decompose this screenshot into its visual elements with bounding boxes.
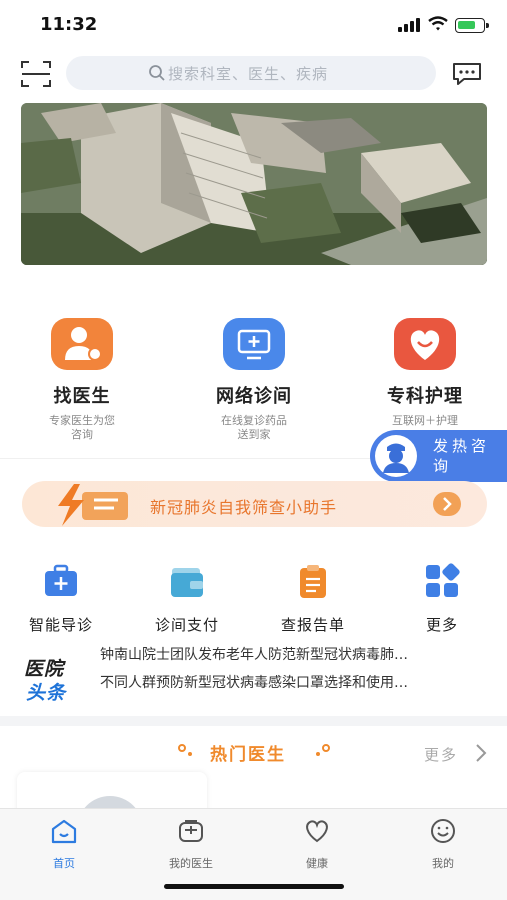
- search-icon: [149, 65, 165, 81]
- doctor-bag-icon: [179, 820, 203, 842]
- covid-self-check-label: 新冠肺炎自我筛查小助手: [150, 498, 338, 517]
- divider: [0, 458, 370, 459]
- decor-dot: [178, 744, 186, 752]
- status-time: 11:32: [40, 14, 98, 35]
- wallet-icon: [171, 568, 203, 597]
- hot-doctors-header: 热门医生 更多: [0, 728, 507, 778]
- fever-consult-button[interactable]: 发热咨询: [370, 430, 507, 482]
- decor-dot: [316, 752, 320, 756]
- quick-label: 查报告单: [280, 616, 345, 634]
- hospital-headlines: 医院 头条 钟南山院士团队发布老年人防范新型冠状病毒肺… 不同人群预防新型冠状病…: [0, 642, 507, 712]
- home-icon: [51, 819, 77, 844]
- headlines-logo-line2: 头条: [26, 682, 67, 704]
- medical-kit-icon: [45, 564, 77, 596]
- service-title: 网络诊间: [216, 386, 292, 407]
- grid-icon: [426, 563, 460, 597]
- app-home-screen: 11:32 搜索科室、医生、疾病 找医生 专家医生为您 咨询 网络诊间 在线复诊…: [0, 0, 507, 900]
- decor-dot: [188, 752, 192, 756]
- search-placeholder: 搜索科室、医生、疾病: [168, 65, 329, 83]
- headlines-logo-line1: 医院: [24, 658, 65, 680]
- service-subtitle: 专家医生为您 咨询: [49, 414, 115, 441]
- decor-dot: [322, 744, 330, 752]
- home-indicator: [164, 884, 344, 889]
- lightning-icon: [58, 484, 128, 526]
- service-subtitle: 互联网＋护理: [392, 414, 458, 427]
- headlines-logo: 医院 头条: [24, 654, 84, 704]
- fever-consult-label: 发热咨询: [433, 437, 491, 475]
- tab-label: 我的: [432, 857, 454, 870]
- headline-item[interactable]: 钟南山院士团队发布老年人防范新型冠状病毒肺…: [100, 644, 494, 664]
- battery-icon: [455, 18, 489, 33]
- nurse-avatar-icon: [375, 435, 417, 477]
- hospital-banner[interactable]: [21, 103, 487, 265]
- wifi-icon: [428, 16, 448, 31]
- message-icon[interactable]: [452, 62, 482, 86]
- tab-label: 健康: [306, 857, 328, 870]
- monitor-plus-icon: [223, 318, 285, 370]
- hospital-banner-image: [21, 103, 487, 265]
- service-subtitle: 在线复诊药品 送到家: [221, 414, 287, 441]
- arrow-right-icon: [433, 492, 461, 516]
- quick-label: 诊间支付: [154, 616, 219, 634]
- search-bar[interactable]: 搜索科室、医生、疾病: [66, 56, 436, 90]
- service-title: 找医生: [53, 386, 111, 407]
- chevron-right-icon[interactable]: [474, 742, 488, 764]
- hot-doctors-title: 热门医生: [210, 745, 286, 765]
- heart-outline-icon: [306, 820, 328, 843]
- covid-self-check-banner[interactable]: 新冠肺炎自我筛查小助手: [22, 481, 487, 527]
- quick-label: 更多: [425, 616, 458, 634]
- tab-label: 我的医生: [169, 857, 213, 870]
- clipboard-icon: [300, 565, 326, 598]
- tab-label: 首页: [53, 857, 75, 870]
- status-bar: 11:32: [0, 0, 507, 50]
- signal-icon: [398, 18, 420, 32]
- doctor-icon: [51, 318, 113, 370]
- more-link[interactable]: 更多: [424, 744, 458, 765]
- service-title: 专科护理: [387, 386, 463, 407]
- section-separator: [0, 716, 507, 726]
- scan-icon[interactable]: [20, 60, 52, 88]
- quick-label: 智能导诊: [28, 616, 93, 634]
- headline-item[interactable]: 不同人群预防新型冠状病毒感染口罩选择和使用…: [100, 672, 494, 692]
- smile-icon: [431, 819, 455, 843]
- heart-icon: [394, 318, 456, 370]
